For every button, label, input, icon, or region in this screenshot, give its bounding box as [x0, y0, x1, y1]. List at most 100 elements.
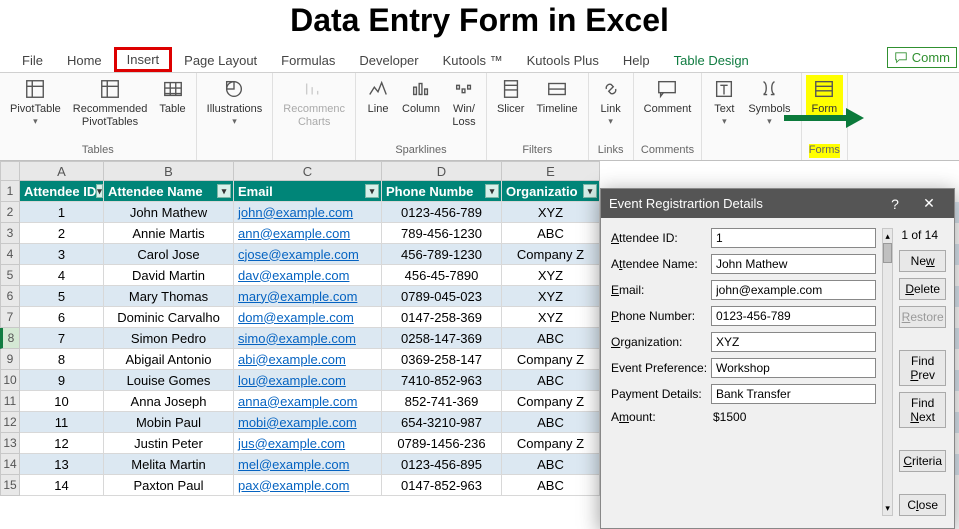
- table-button[interactable]: Table: [153, 75, 191, 118]
- cell-id[interactable]: 6: [20, 307, 104, 328]
- cell-org[interactable]: XYZ: [502, 307, 600, 328]
- tab-kutools-plus[interactable]: Kutools Plus: [515, 49, 611, 72]
- cell-name[interactable]: David Martin: [104, 265, 234, 286]
- row-header[interactable]: 11: [0, 391, 20, 412]
- cell-email[interactable]: pax@example.com: [234, 475, 382, 496]
- tab-file[interactable]: File: [10, 49, 55, 72]
- cell-org[interactable]: Company Z: [502, 391, 600, 412]
- cell-email[interactable]: dom@example.com: [234, 307, 382, 328]
- slicer-button[interactable]: Slicer: [491, 75, 531, 118]
- input-organization[interactable]: [711, 332, 876, 352]
- row-header[interactable]: 14: [0, 454, 20, 475]
- select-all-corner[interactable]: [0, 161, 20, 181]
- cell-name[interactable]: Mary Thomas: [104, 286, 234, 307]
- cell-phone[interactable]: 0258-147-369: [382, 328, 502, 349]
- filter-icon[interactable]: ▾: [485, 184, 499, 198]
- col-header-b[interactable]: B: [104, 161, 234, 181]
- row-header[interactable]: 2: [0, 202, 20, 223]
- dialog-scrollbar[interactable]: ▴ ▾: [882, 228, 893, 516]
- table-header[interactable]: Phone Numbe▾: [382, 181, 502, 202]
- cell-id[interactable]: 7: [20, 328, 104, 349]
- cell-phone[interactable]: 0123-456-789: [382, 202, 502, 223]
- illustrations-button[interactable]: Illustrations▾: [201, 75, 269, 129]
- input-email[interactable]: [711, 280, 876, 300]
- tab-page-layout[interactable]: Page Layout: [172, 49, 269, 72]
- cell-org[interactable]: Company Z: [502, 244, 600, 265]
- cell-name[interactable]: Simon Pedro: [104, 328, 234, 349]
- col-header-d[interactable]: D: [382, 161, 502, 181]
- row-header[interactable]: 3: [0, 223, 20, 244]
- filter-icon[interactable]: ▾: [217, 184, 231, 198]
- cell-phone[interactable]: 789-456-1230: [382, 223, 502, 244]
- cell-phone[interactable]: 852-741-369: [382, 391, 502, 412]
- row-header[interactable]: 9: [0, 349, 20, 370]
- tab-table-design[interactable]: Table Design: [662, 49, 761, 72]
- cell-name[interactable]: Dominic Carvalho: [104, 307, 234, 328]
- timeline-button[interactable]: Timeline: [530, 75, 583, 118]
- cell-id[interactable]: 8: [20, 349, 104, 370]
- cell-id[interactable]: 14: [20, 475, 104, 496]
- criteria-button[interactable]: Criteria: [899, 450, 946, 472]
- cell-email[interactable]: jus@example.com: [234, 433, 382, 454]
- row-header[interactable]: 1: [0, 181, 20, 202]
- delete-button[interactable]: Delete: [899, 278, 946, 300]
- dialog-titlebar[interactable]: Event Registrartion Details ? ✕: [601, 189, 954, 218]
- cell-id[interactable]: 4: [20, 265, 104, 286]
- cell-org[interactable]: Company Z: [502, 433, 600, 454]
- cell-org[interactable]: XYZ: [502, 202, 600, 223]
- row-header[interactable]: 12: [0, 412, 20, 433]
- help-icon[interactable]: ?: [878, 196, 912, 212]
- col-header-c[interactable]: C: [234, 161, 382, 181]
- row-header[interactable]: 6: [0, 286, 20, 307]
- cell-phone[interactable]: 0369-258-147: [382, 349, 502, 370]
- sparkline-winloss-button[interactable]: Win/ Loss: [446, 75, 482, 131]
- cell-phone[interactable]: 0789-045-023: [382, 286, 502, 307]
- row-header[interactable]: 4: [0, 244, 20, 265]
- cell-phone[interactable]: 0147-852-963: [382, 475, 502, 496]
- cell-name[interactable]: Louise Gomes: [104, 370, 234, 391]
- table-header[interactable]: Email▾: [234, 181, 382, 202]
- cell-email[interactable]: abi@example.com: [234, 349, 382, 370]
- cell-phone[interactable]: 0123-456-895: [382, 454, 502, 475]
- cell-email[interactable]: ann@example.com: [234, 223, 382, 244]
- input-event-preference[interactable]: [711, 358, 876, 378]
- tab-kutools[interactable]: Kutools ™: [431, 49, 515, 72]
- row-header[interactable]: 15: [0, 475, 20, 496]
- col-header-e[interactable]: E: [502, 161, 600, 181]
- cell-email[interactable]: john@example.com: [234, 202, 382, 223]
- filter-icon[interactable]: ▾: [96, 184, 103, 198]
- cell-id[interactable]: 3: [20, 244, 104, 265]
- link-button[interactable]: Link▾: [593, 75, 629, 129]
- tab-home[interactable]: Home: [55, 49, 114, 72]
- filter-icon[interactable]: ▾: [365, 184, 379, 198]
- scroll-down-icon[interactable]: ▾: [883, 501, 892, 515]
- table-header[interactable]: Attendee Name▾: [104, 181, 234, 202]
- cell-name[interactable]: Anna Joseph: [104, 391, 234, 412]
- cell-name[interactable]: Melita Martin: [104, 454, 234, 475]
- cell-name[interactable]: Paxton Paul: [104, 475, 234, 496]
- cell-phone[interactable]: 7410-852-963: [382, 370, 502, 391]
- cell-id[interactable]: 1: [20, 202, 104, 223]
- new-button[interactable]: New: [899, 250, 946, 272]
- cell-id[interactable]: 11: [20, 412, 104, 433]
- cell-email[interactable]: lou@example.com: [234, 370, 382, 391]
- input-phone[interactable]: [711, 306, 876, 326]
- row-header[interactable]: 8: [0, 328, 20, 349]
- col-header-a[interactable]: A: [20, 161, 104, 181]
- cell-name[interactable]: Carol Jose: [104, 244, 234, 265]
- close-icon[interactable]: ✕: [912, 195, 946, 212]
- cell-phone[interactable]: 456-789-1230: [382, 244, 502, 265]
- find-next-button[interactable]: Find Next: [899, 392, 946, 428]
- cell-phone[interactable]: 0147-258-369: [382, 307, 502, 328]
- input-attendee-name[interactable]: [711, 254, 876, 274]
- tab-help[interactable]: Help: [611, 49, 662, 72]
- cell-phone[interactable]: 654-3210-987: [382, 412, 502, 433]
- find-prev-button[interactable]: Find Prev: [899, 350, 946, 386]
- close-button[interactable]: Close: [899, 494, 946, 516]
- cell-org[interactable]: ABC: [502, 475, 600, 496]
- sparkline-line-button[interactable]: Line: [360, 75, 396, 118]
- cell-id[interactable]: 13: [20, 454, 104, 475]
- cell-name[interactable]: Annie Martis: [104, 223, 234, 244]
- cell-name[interactable]: Mobin Paul: [104, 412, 234, 433]
- cell-email[interactable]: anna@example.com: [234, 391, 382, 412]
